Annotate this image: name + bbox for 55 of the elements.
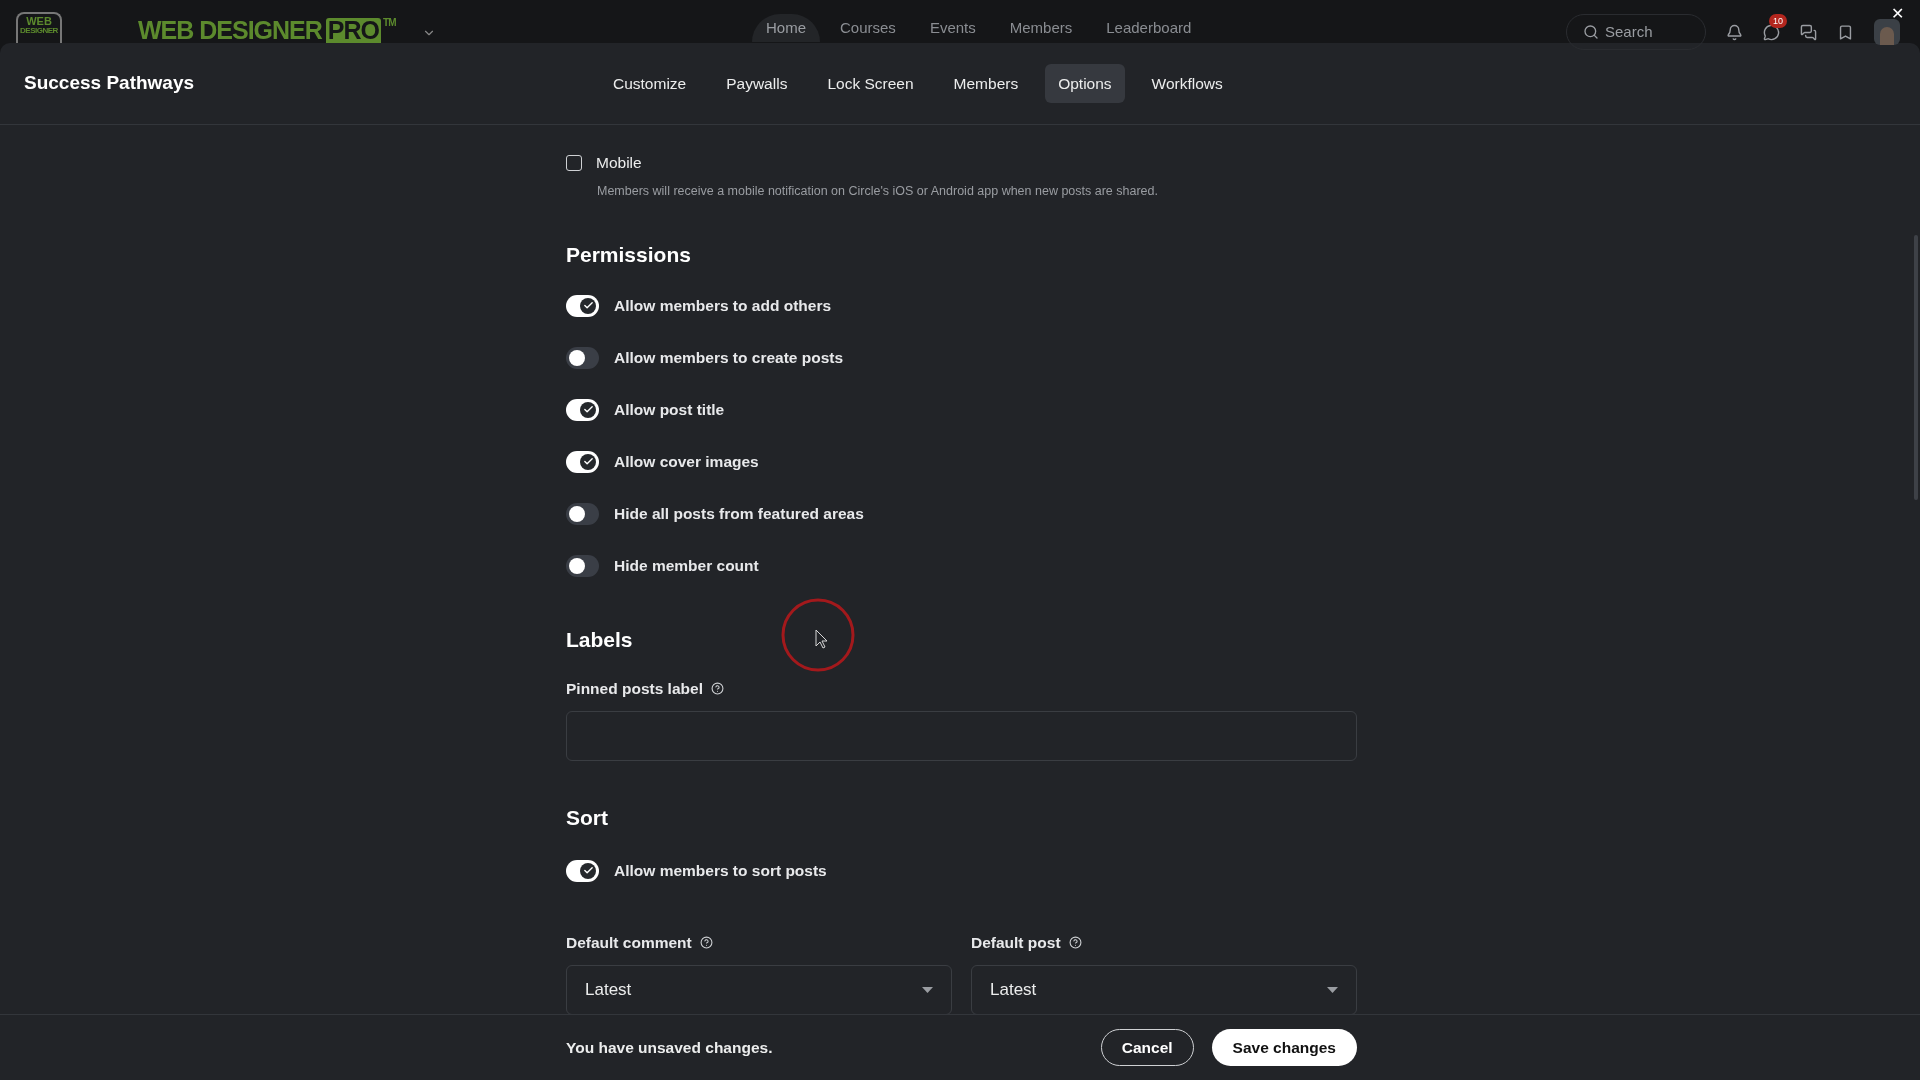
toggle-label: Hide member count: [614, 555, 759, 576]
check-icon: [582, 300, 594, 311]
tab[interactable]: Workflows: [1138, 64, 1236, 103]
toggle-switch[interactable]: [566, 346, 599, 369]
modal-title: Success Pathways: [24, 71, 195, 96]
tab[interactable]: Lock Screen: [814, 64, 927, 103]
checkbox-label: Mobile: [596, 153, 642, 173]
toggle-label: Hide all posts from featured areas: [614, 503, 864, 524]
caret-icon: [922, 987, 933, 993]
tab[interactable]: Paywalls: [713, 64, 801, 103]
toggle-label: Allow post title: [614, 399, 725, 420]
toggle-switch[interactable]: [566, 859, 599, 882]
toggle-switch[interactable]: [566, 294, 599, 317]
tab[interactable]: Customize: [600, 64, 700, 103]
save-button[interactable]: Save changes: [1211, 1029, 1357, 1066]
field-label: Pinned posts label: [566, 679, 703, 699]
nav-link[interactable]: Events: [915, 14, 990, 42]
caret-icon: [1327, 987, 1338, 993]
toggle-label: Allow members to sort posts: [614, 861, 827, 882]
checkbox[interactable]: [566, 154, 582, 171]
toggle-switch[interactable]: [566, 554, 599, 577]
notification-badge: 10: [1769, 13, 1787, 28]
tab[interactable]: Members: [940, 64, 1032, 103]
nav-link[interactable]: Home: [752, 14, 820, 42]
nav-link[interactable]: Leaderboard: [1092, 14, 1206, 42]
unsaved-message: You have unsaved changes.: [566, 1037, 773, 1058]
field-label: Default post: [971, 932, 1061, 953]
section-heading: Labels: [566, 626, 634, 653]
field-label: Default comment: [566, 932, 692, 953]
bookmark-icon[interactable]: [1837, 23, 1854, 41]
text-field[interactable]: [566, 711, 1357, 762]
nav-link[interactable]: Courses: [826, 14, 910, 42]
toggle-switch[interactable]: [566, 450, 599, 473]
toggle-label: Allow members to create posts: [614, 347, 844, 368]
close-button[interactable]: ✕: [1891, 6, 1904, 22]
toggle-switch[interactable]: [566, 502, 599, 525]
cursor-highlight-icon: [780, 597, 856, 673]
bell-icon[interactable]: [1726, 23, 1743, 41]
check-icon: [582, 456, 594, 467]
chat-icon[interactable]: [1763, 23, 1780, 41]
help-icon[interactable]: [699, 935, 713, 949]
search-icon: [1583, 24, 1599, 40]
toggle-switch[interactable]: [566, 398, 599, 421]
help-icon[interactable]: [710, 682, 724, 696]
toggle-label: Allow members to add others: [614, 295, 832, 316]
avatar[interactable]: [1874, 19, 1900, 45]
section-heading: Sort: [566, 805, 609, 832]
tab[interactable]: Options: [1045, 64, 1125, 103]
checkbox-description: Members will receive a mobile notification on Circle's iOS or Android app when new posts are shared.: [597, 183, 1159, 201]
help-icon[interactable]: [1068, 935, 1082, 949]
toggle-label: Allow cover images: [614, 451, 759, 472]
messages-icon[interactable]: [1800, 23, 1817, 41]
section-heading: Permissions: [566, 242, 692, 268]
nav-link[interactable]: Members: [995, 14, 1087, 42]
check-icon: [582, 404, 594, 415]
